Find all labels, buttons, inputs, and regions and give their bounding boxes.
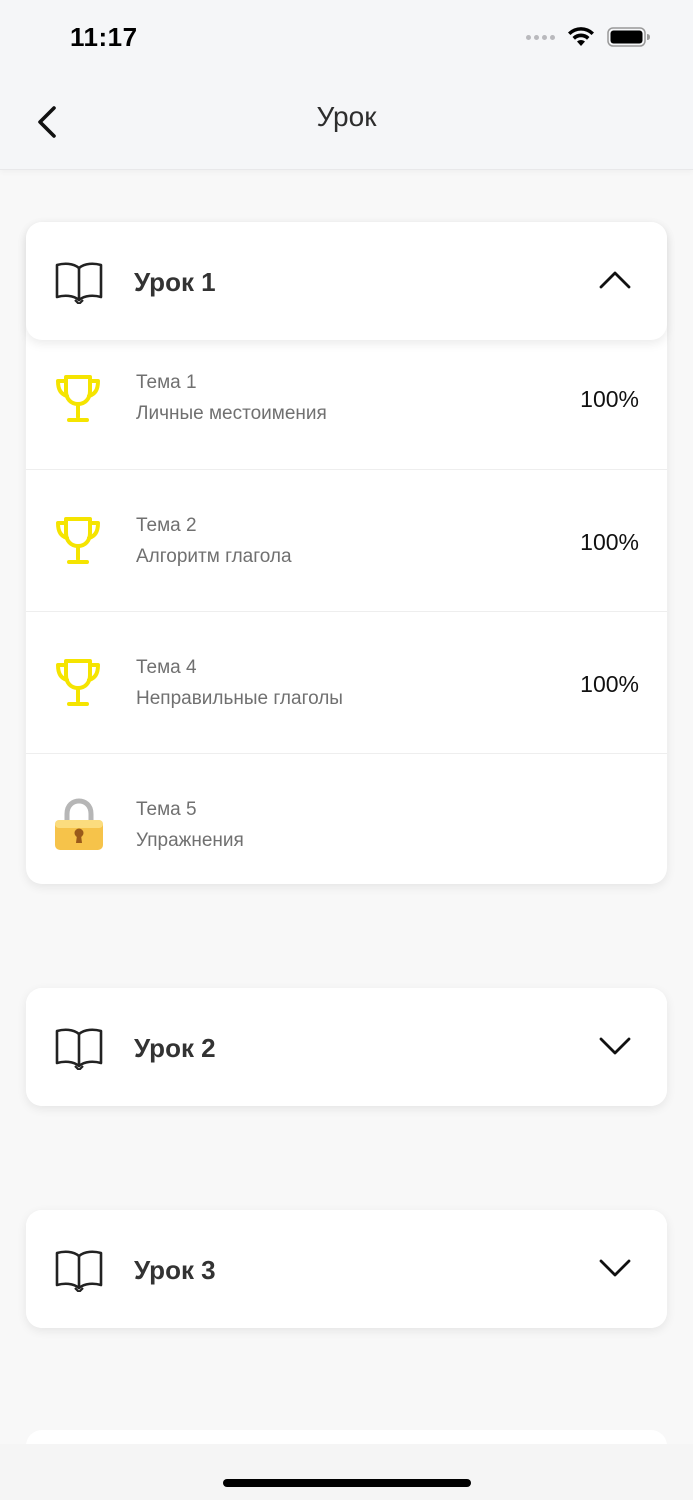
chevron-down-icon (599, 1259, 631, 1277)
chevron-up-icon (599, 271, 631, 289)
status-icons (526, 26, 651, 48)
topic-item[interactable]: Тема 2 Алгоритм глагола 100% (26, 470, 667, 612)
topic-number: Тема 4 (136, 657, 197, 678)
chevron-down-icon (599, 1037, 631, 1055)
header: 11:17 Урок (0, 0, 693, 170)
topic-item[interactable]: Тема 1 Личные местоимения 100% (26, 340, 667, 470)
topic-item-locked[interactable]: Тема 5 Упражнения (26, 754, 667, 884)
trophy-icon (56, 517, 100, 564)
lesson-card-3: Урок 3 (26, 1210, 667, 1328)
lesson-title: Урок 3 (134, 1255, 216, 1285)
lesson-header-2[interactable]: Урок 2 (26, 988, 667, 1106)
topic-name: Личные местоимения (136, 403, 327, 424)
topic-name: Алгоритм глагола (136, 546, 292, 567)
topic-item[interactable]: Тема 4 Неправильные глаголы 100% (26, 612, 667, 754)
lesson-title: Урок 2 (134, 1033, 216, 1063)
topic-progress: 100% (580, 529, 639, 555)
topic-progress: 100% (580, 386, 639, 412)
topic-number: Тема 5 (136, 799, 197, 820)
lock-icon (55, 798, 103, 850)
topic-number: Тема 1 (136, 372, 197, 393)
lesson-screen: 11:17 Урок Урок 1 Тема 1 Личные местоиме… (0, 0, 693, 1500)
trophy-icon (56, 375, 100, 422)
battery-icon (607, 27, 650, 47)
book-icon (55, 262, 103, 304)
book-icon (55, 1028, 103, 1070)
lesson-header-3[interactable]: Урок 3 (26, 1210, 667, 1328)
lesson-card-1: Урок 1 Тема 1 Личные местоимения 100% Те… (26, 222, 667, 884)
lesson-header-1[interactable]: Урок 1 (26, 222, 667, 340)
home-indicator[interactable] (223, 1479, 471, 1487)
bottom-bar (0, 1444, 693, 1500)
signal-icon (526, 34, 555, 40)
topic-name: Неправильные глаголы (136, 688, 343, 709)
topic-progress: 100% (580, 671, 639, 697)
trophy-icon (56, 659, 100, 706)
lesson-card-2: Урок 2 (26, 988, 667, 1106)
lesson-title: Урок 1 (134, 267, 216, 297)
book-icon (55, 1250, 103, 1292)
status-time: 11:17 (70, 22, 138, 52)
topic-name: Упражнения (136, 830, 244, 851)
wifi-icon (568, 27, 594, 46)
topic-number: Тема 2 (136, 515, 197, 536)
page-title: Урок (316, 101, 377, 132)
